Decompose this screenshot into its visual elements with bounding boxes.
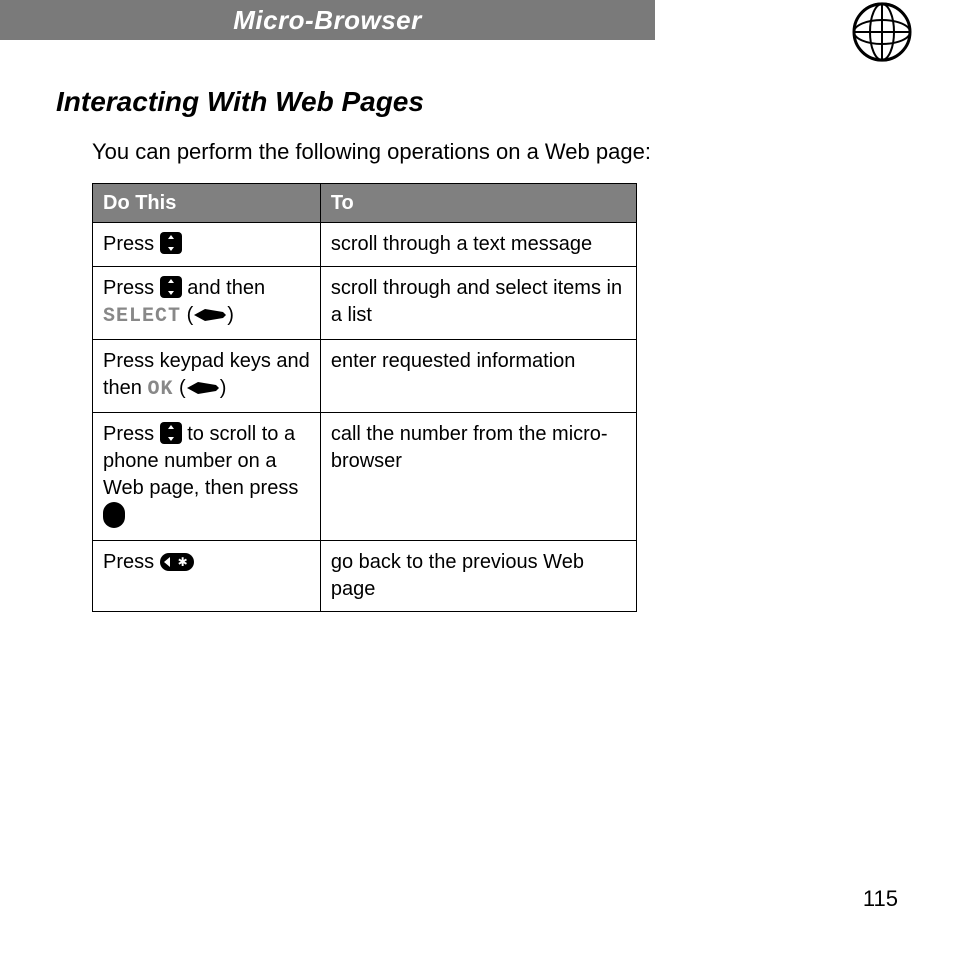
softkey-label: SELECT bbox=[103, 305, 181, 328]
menu-key-icon bbox=[193, 304, 227, 331]
table-row: Press and then SELECT ()scroll through a… bbox=[93, 266, 637, 339]
cell-text: ) bbox=[220, 377, 227, 399]
table-header-do: Do This bbox=[93, 183, 321, 222]
cell-do: Press to scroll to a phone number on a W… bbox=[93, 412, 321, 540]
cell-text: ( bbox=[181, 304, 193, 326]
operations-table: Do This To Press scroll through a text m… bbox=[92, 183, 637, 612]
table-header-to: To bbox=[320, 183, 636, 222]
table-row: Press to scroll to a phone number on a W… bbox=[93, 412, 637, 540]
cell-to: call the number from the micro-browser bbox=[320, 412, 636, 540]
cell-text: ( bbox=[174, 377, 186, 399]
cell-do: Press bbox=[93, 222, 321, 266]
cell-do: Press bbox=[93, 540, 321, 611]
globe-icon bbox=[850, 0, 914, 64]
cell-to: enter requested information bbox=[320, 339, 636, 412]
section-heading: Interacting With Web Pages bbox=[56, 84, 898, 120]
cell-text: Press bbox=[103, 233, 160, 255]
table-row: Press scroll through a text message bbox=[93, 222, 637, 266]
cell-to: go back to the previous Web page bbox=[320, 540, 636, 611]
back-key-icon bbox=[160, 553, 194, 571]
scroll-key-icon bbox=[160, 232, 182, 254]
page-number: 115 bbox=[863, 885, 898, 914]
header-title: Micro-Browser bbox=[233, 5, 422, 35]
header-band: Micro-Browser bbox=[0, 0, 655, 40]
softkey-label: OK bbox=[147, 378, 173, 401]
cell-text: Press bbox=[103, 551, 160, 573]
cell-to: scroll through a text message bbox=[320, 222, 636, 266]
scroll-key-icon bbox=[160, 276, 182, 298]
cell-text: Press bbox=[103, 277, 160, 299]
scroll-key-icon bbox=[160, 422, 182, 444]
table-row: Press go back to the previous Web page bbox=[93, 540, 637, 611]
menu-key-icon bbox=[186, 377, 220, 404]
cell-text: Press bbox=[103, 423, 160, 445]
table-row: Press keypad keys and then OK ()enter re… bbox=[93, 339, 637, 412]
cell-do: Press keypad keys and then OK () bbox=[93, 339, 321, 412]
cell-to: scroll through and select items in a lis… bbox=[320, 266, 636, 339]
cell-text: ) bbox=[227, 304, 234, 326]
cell-do: Press and then SELECT () bbox=[93, 266, 321, 339]
section-intro: You can perform the following operations… bbox=[92, 138, 898, 167]
cell-text: and then bbox=[182, 277, 265, 299]
send-key-icon bbox=[103, 502, 125, 528]
